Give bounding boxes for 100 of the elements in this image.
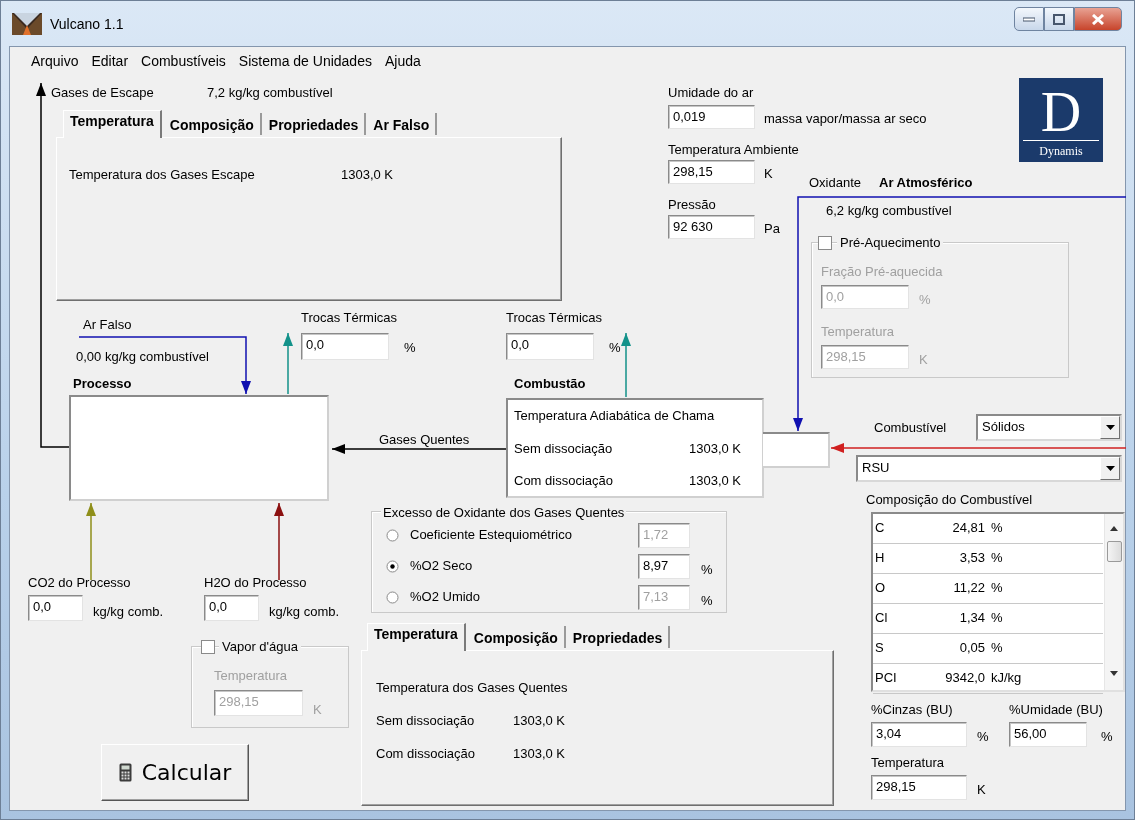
field-label: Composição do Combustível [866,492,1033,508]
caret-icon [1105,466,1115,471]
text-field[interactable]: 0,0 [28,595,83,621]
value-cell: 0,05 [959,640,985,655]
text-field[interactable]: 0,0 [506,333,594,360]
block-title: Combustão [514,376,586,392]
result-label: Temperatura dos Gases Escape [69,167,255,183]
dropdown[interactable]: RSU [856,455,1122,482]
calculator-icon [118,763,132,782]
oxidant-name: Ar Atmosférico [879,175,973,191]
text-field[interactable]: 298,15 [668,160,755,184]
field-label: H2O do Processo [204,575,307,591]
unit-label: % [404,340,416,356]
tab[interactable]: Temperatura [63,110,162,138]
logo-letter: D [1023,84,1099,141]
field-label: %Umidade (BU) [1009,702,1103,718]
window-title: Vulcano 1.1 [50,15,124,32]
element-cell: Cl [875,610,888,625]
unit-cell: % [991,580,1003,595]
scroll-thumb[interactable] [1107,541,1122,562]
caret-icon [1105,425,1115,430]
result-label: Sem dissociação [376,713,475,729]
radio-label: %O2 Seco [410,558,473,574]
value-cell: 24,81 [952,520,985,535]
menu-item[interactable]: Combustíveis [141,50,226,71]
menu-item[interactable]: Ajuda [384,50,421,71]
result-label: Com dissociação [514,473,613,489]
menu-item[interactable]: Editar [91,50,129,71]
text-field[interactable]: 56,00 [1009,722,1087,747]
field-label: CO2 do Processo [28,575,131,591]
element-cell: H [875,550,885,565]
element-cell: S [875,640,884,655]
field-label: Trocas Térmicas [506,310,603,326]
text-field[interactable]: 0,0 [204,595,259,621]
text-field[interactable]: 8,97 [638,554,690,579]
unit-label: massa vapor/massa ar seco [764,111,927,127]
unit-label: K [919,352,928,368]
flow-label: Gases Quentes [379,432,470,448]
radio-label: %O2 Umido [410,589,481,605]
menu-item[interactable]: Arquivo [31,50,79,71]
unit-label: Pa [764,221,780,237]
unit-label: kg/kg comb. [93,604,164,620]
unit-label: % [919,292,931,308]
field-label: Temperatura Ambiente [668,142,799,158]
text-field[interactable]: 0,0 [301,333,389,360]
text-field[interactable]: 3,04 [871,722,967,747]
close-button[interactable] [1074,7,1122,31]
unit-label: kg/kg comb. [269,604,340,620]
radio-button[interactable] [386,591,399,604]
maximize-button[interactable] [1044,7,1074,31]
minimize-button[interactable] [1014,7,1044,31]
scroll-down-icon [1110,671,1118,676]
element-cell: C [875,520,885,535]
minimize-icon [1023,16,1035,22]
result-value: 1303,0 K [341,167,394,183]
field-label: Temperatura [214,668,287,684]
maximize-icon [1053,13,1065,25]
text-field[interactable]: 0,019 [668,105,755,129]
flow-value: 7,2 kg/kg combustível [207,85,333,101]
group-title: Excesso de Oxidante dos Gases Quentes [381,505,627,521]
value-cell: 3,53 [959,550,985,565]
flow-label: Ar Falso [83,317,132,333]
value-cell: 1,34 [959,610,985,625]
result-label: Sem dissociação [514,441,613,457]
menu-item[interactable]: Sistema de Unidades [238,50,372,71]
field-label: Pressão [668,197,716,213]
unit-cell: % [991,550,1003,565]
text-field[interactable]: 92 630 [668,215,755,239]
dropdown[interactable]: Sólidos [976,414,1122,441]
burner-block [763,432,830,468]
flow-label: Gases de Escape [51,85,154,101]
close-icon [1092,13,1104,25]
flow-value: 6,2 kg/kg combustível [826,203,952,219]
logo-text: Dynamis [1039,144,1083,159]
radio-button[interactable] [386,529,399,542]
text-field[interactable]: 298,15 [871,775,967,800]
field-label: Fração Pré-aquecida [821,264,943,280]
connector-arrow [283,332,293,395]
checkbox[interactable] [201,640,215,654]
result-label: Temperatura Adiabática de Chama [514,408,715,424]
checkbox-label: Pré-Aquecimento [837,235,944,251]
value-cell: 11,22 [953,580,985,595]
unit-label: % [609,340,621,356]
unit-label: K [313,702,322,718]
radio-button[interactable] [386,560,399,573]
unit-cell: % [991,610,1003,625]
field-label: Temperatura [871,755,944,771]
field-label: Temperatura [821,324,894,340]
element-cell: PCI [875,670,897,685]
unit-cell: % [991,520,1003,535]
result-label: Temperatura dos Gases Quentes [376,680,568,696]
scroll-up-icon [1110,526,1118,531]
block-title: Processo [73,376,132,392]
unit-label: K [977,782,986,798]
field-label: Umidade do ar [668,85,754,101]
unit-label: % [701,593,713,609]
tab[interactable]: Temperatura [367,623,466,651]
calculate-button[interactable]: Calcular [101,744,249,801]
scrollbar[interactable] [1104,514,1123,690]
checkbox[interactable] [818,236,832,250]
